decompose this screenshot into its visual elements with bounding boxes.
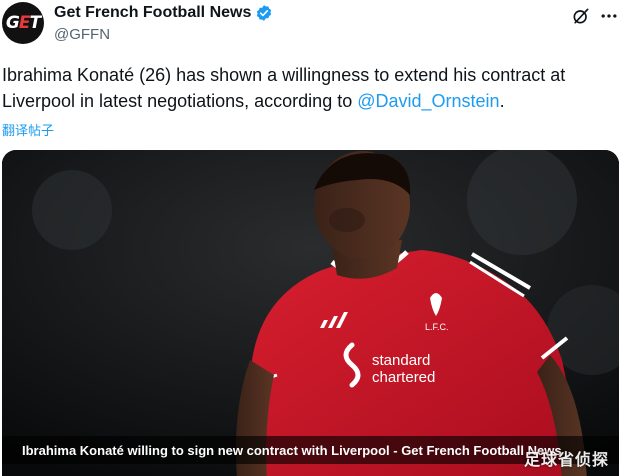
name-row: Get French Football News [54,4,273,22]
tweet-text: Ibrahima Konaté (26) has shown a willing… [2,62,602,114]
grok-icon[interactable] [570,5,592,27]
shirt-sponsor-line2: chartered [372,369,435,386]
avatar[interactable]: GET [2,2,44,44]
club-badge-text: L.F.C. [425,322,449,332]
display-name[interactable]: Get French Football News [54,4,251,22]
account-handle[interactable]: @GFFN [54,26,110,43]
verified-badge-icon [255,4,273,22]
translate-post-link[interactable]: 翻译帖子 [2,120,54,139]
more-icon[interactable] [598,5,620,27]
tweet-media[interactable]: standard chartered L.F.C. Ibrahima Konat… [2,150,619,476]
watermark: 足球省侦探 [523,450,609,469]
mention-link[interactable]: @David_Ornstein [357,91,499,111]
player-photo: standard chartered L.F.C. [2,150,619,476]
tweet-text-end: . [499,91,505,111]
media-caption: Ibrahima Konaté willing to sign new cont… [22,442,562,458]
shirt-sponsor-line1: standard [372,352,430,369]
tweet-header: GET Get French Football News @GFFN [0,0,621,52]
avatar-logo: GET [5,13,41,33]
